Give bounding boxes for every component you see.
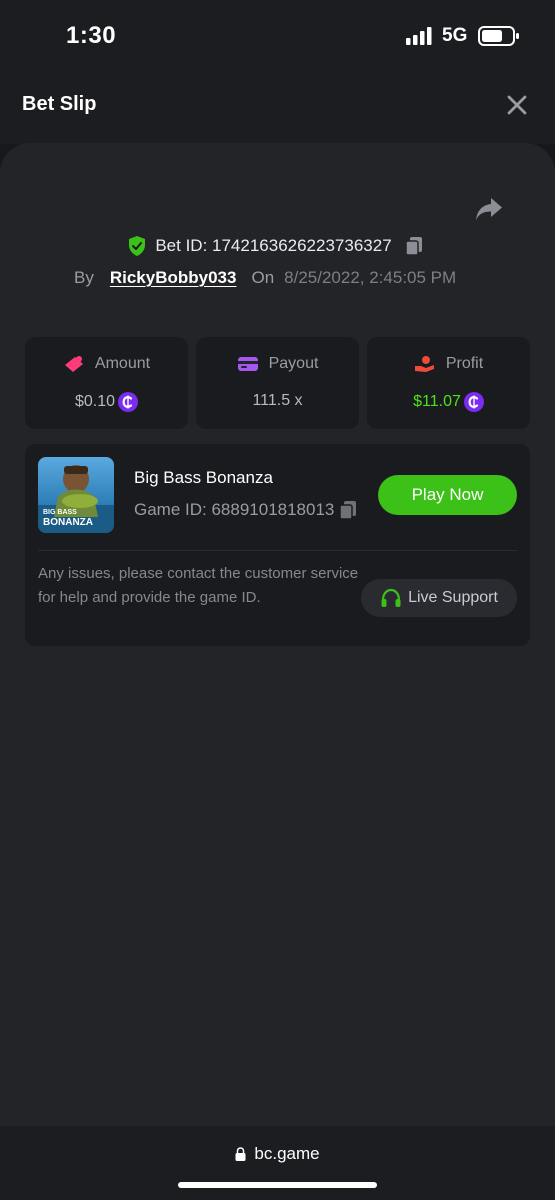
coin-icon xyxy=(463,392,484,412)
amount-header: Amount xyxy=(25,355,188,373)
on-label: On xyxy=(251,268,275,287)
profit-header: Profit xyxy=(367,355,530,373)
live-support-label: Live Support xyxy=(408,589,498,606)
amount-value: $0.10 xyxy=(74,393,116,410)
profit-value-row: $11.07 xyxy=(367,392,530,412)
thumb-title-line2: BONANZA xyxy=(43,517,93,528)
battery-icon xyxy=(478,26,519,46)
home-indicator[interactable] xyxy=(178,1182,377,1188)
copy-icon[interactable] xyxy=(338,500,358,520)
payout-header: Payout xyxy=(196,355,359,373)
username-link[interactable]: RickyBobby033 xyxy=(110,268,237,288)
by-label: By xyxy=(74,268,94,287)
payout-card: Payout 111.5 x xyxy=(196,337,359,429)
close-icon[interactable] xyxy=(504,92,530,118)
bet-id-row: Bet ID: 1742163626223736327 xyxy=(0,232,555,260)
profit-label: Profit xyxy=(445,355,484,372)
bet-id: Bet ID: 1742163626223736327 xyxy=(155,236,392,255)
amount-icon xyxy=(64,356,83,372)
support-text: Any issues, please contact the customer … xyxy=(38,565,359,606)
payout-label: Payout xyxy=(268,355,319,372)
live-support-button[interactable]: Live Support xyxy=(361,579,517,617)
status-bar: 1:30 5G xyxy=(0,0,555,66)
profit-value: $11.07 xyxy=(413,393,461,410)
game-id-row: Game ID: 6889101818013 xyxy=(134,500,358,520)
coin-icon xyxy=(118,392,139,412)
game-name: Big Bass Bonanza xyxy=(134,468,273,487)
play-now-button[interactable]: Play Now xyxy=(378,475,517,515)
thumb-title-line1: BIG BASS xyxy=(43,509,77,516)
bet-date: 8/25/2022, 2:45:05 PM xyxy=(284,268,457,287)
url-row[interactable]: bc.game xyxy=(0,1144,555,1164)
game-thumbnail[interactable]: BIG BASS BONANZA xyxy=(38,457,114,533)
lock-icon xyxy=(235,1147,246,1161)
bet-meta-row: By RickyBobby033 On 8/25/2022, 2:45:05 P… xyxy=(74,266,456,290)
network-label: 5G xyxy=(442,25,468,46)
copy-icon[interactable] xyxy=(404,236,424,256)
game-id: Game ID: 6889101818013 xyxy=(134,500,335,519)
profit-icon xyxy=(414,356,434,372)
browser-url-bar: bc.game xyxy=(0,1126,555,1200)
share-icon[interactable] xyxy=(474,196,504,222)
url-domain: bc.game xyxy=(254,1144,320,1163)
payout-value-row: 111.5 x xyxy=(196,392,359,410)
payout-value: 111.5 x xyxy=(252,392,303,409)
game-card: BIG BASS BONANZA Big Bass Bonanza Game I… xyxy=(25,444,530,646)
page-title: Bet Slip xyxy=(22,93,97,115)
divider xyxy=(38,550,517,551)
amount-value-row: $0.10 xyxy=(25,392,188,412)
headset-icon xyxy=(381,588,401,607)
shield-check-icon xyxy=(129,236,146,256)
amount-label: Amount xyxy=(94,355,151,372)
payout-card-icon xyxy=(237,357,258,371)
header: Bet Slip xyxy=(0,66,555,144)
amount-card: Amount $0.10 xyxy=(25,337,188,429)
signal-icon xyxy=(406,27,432,45)
status-time: 1:30 xyxy=(66,22,117,49)
profit-card: Profit $11.07 xyxy=(367,337,530,429)
